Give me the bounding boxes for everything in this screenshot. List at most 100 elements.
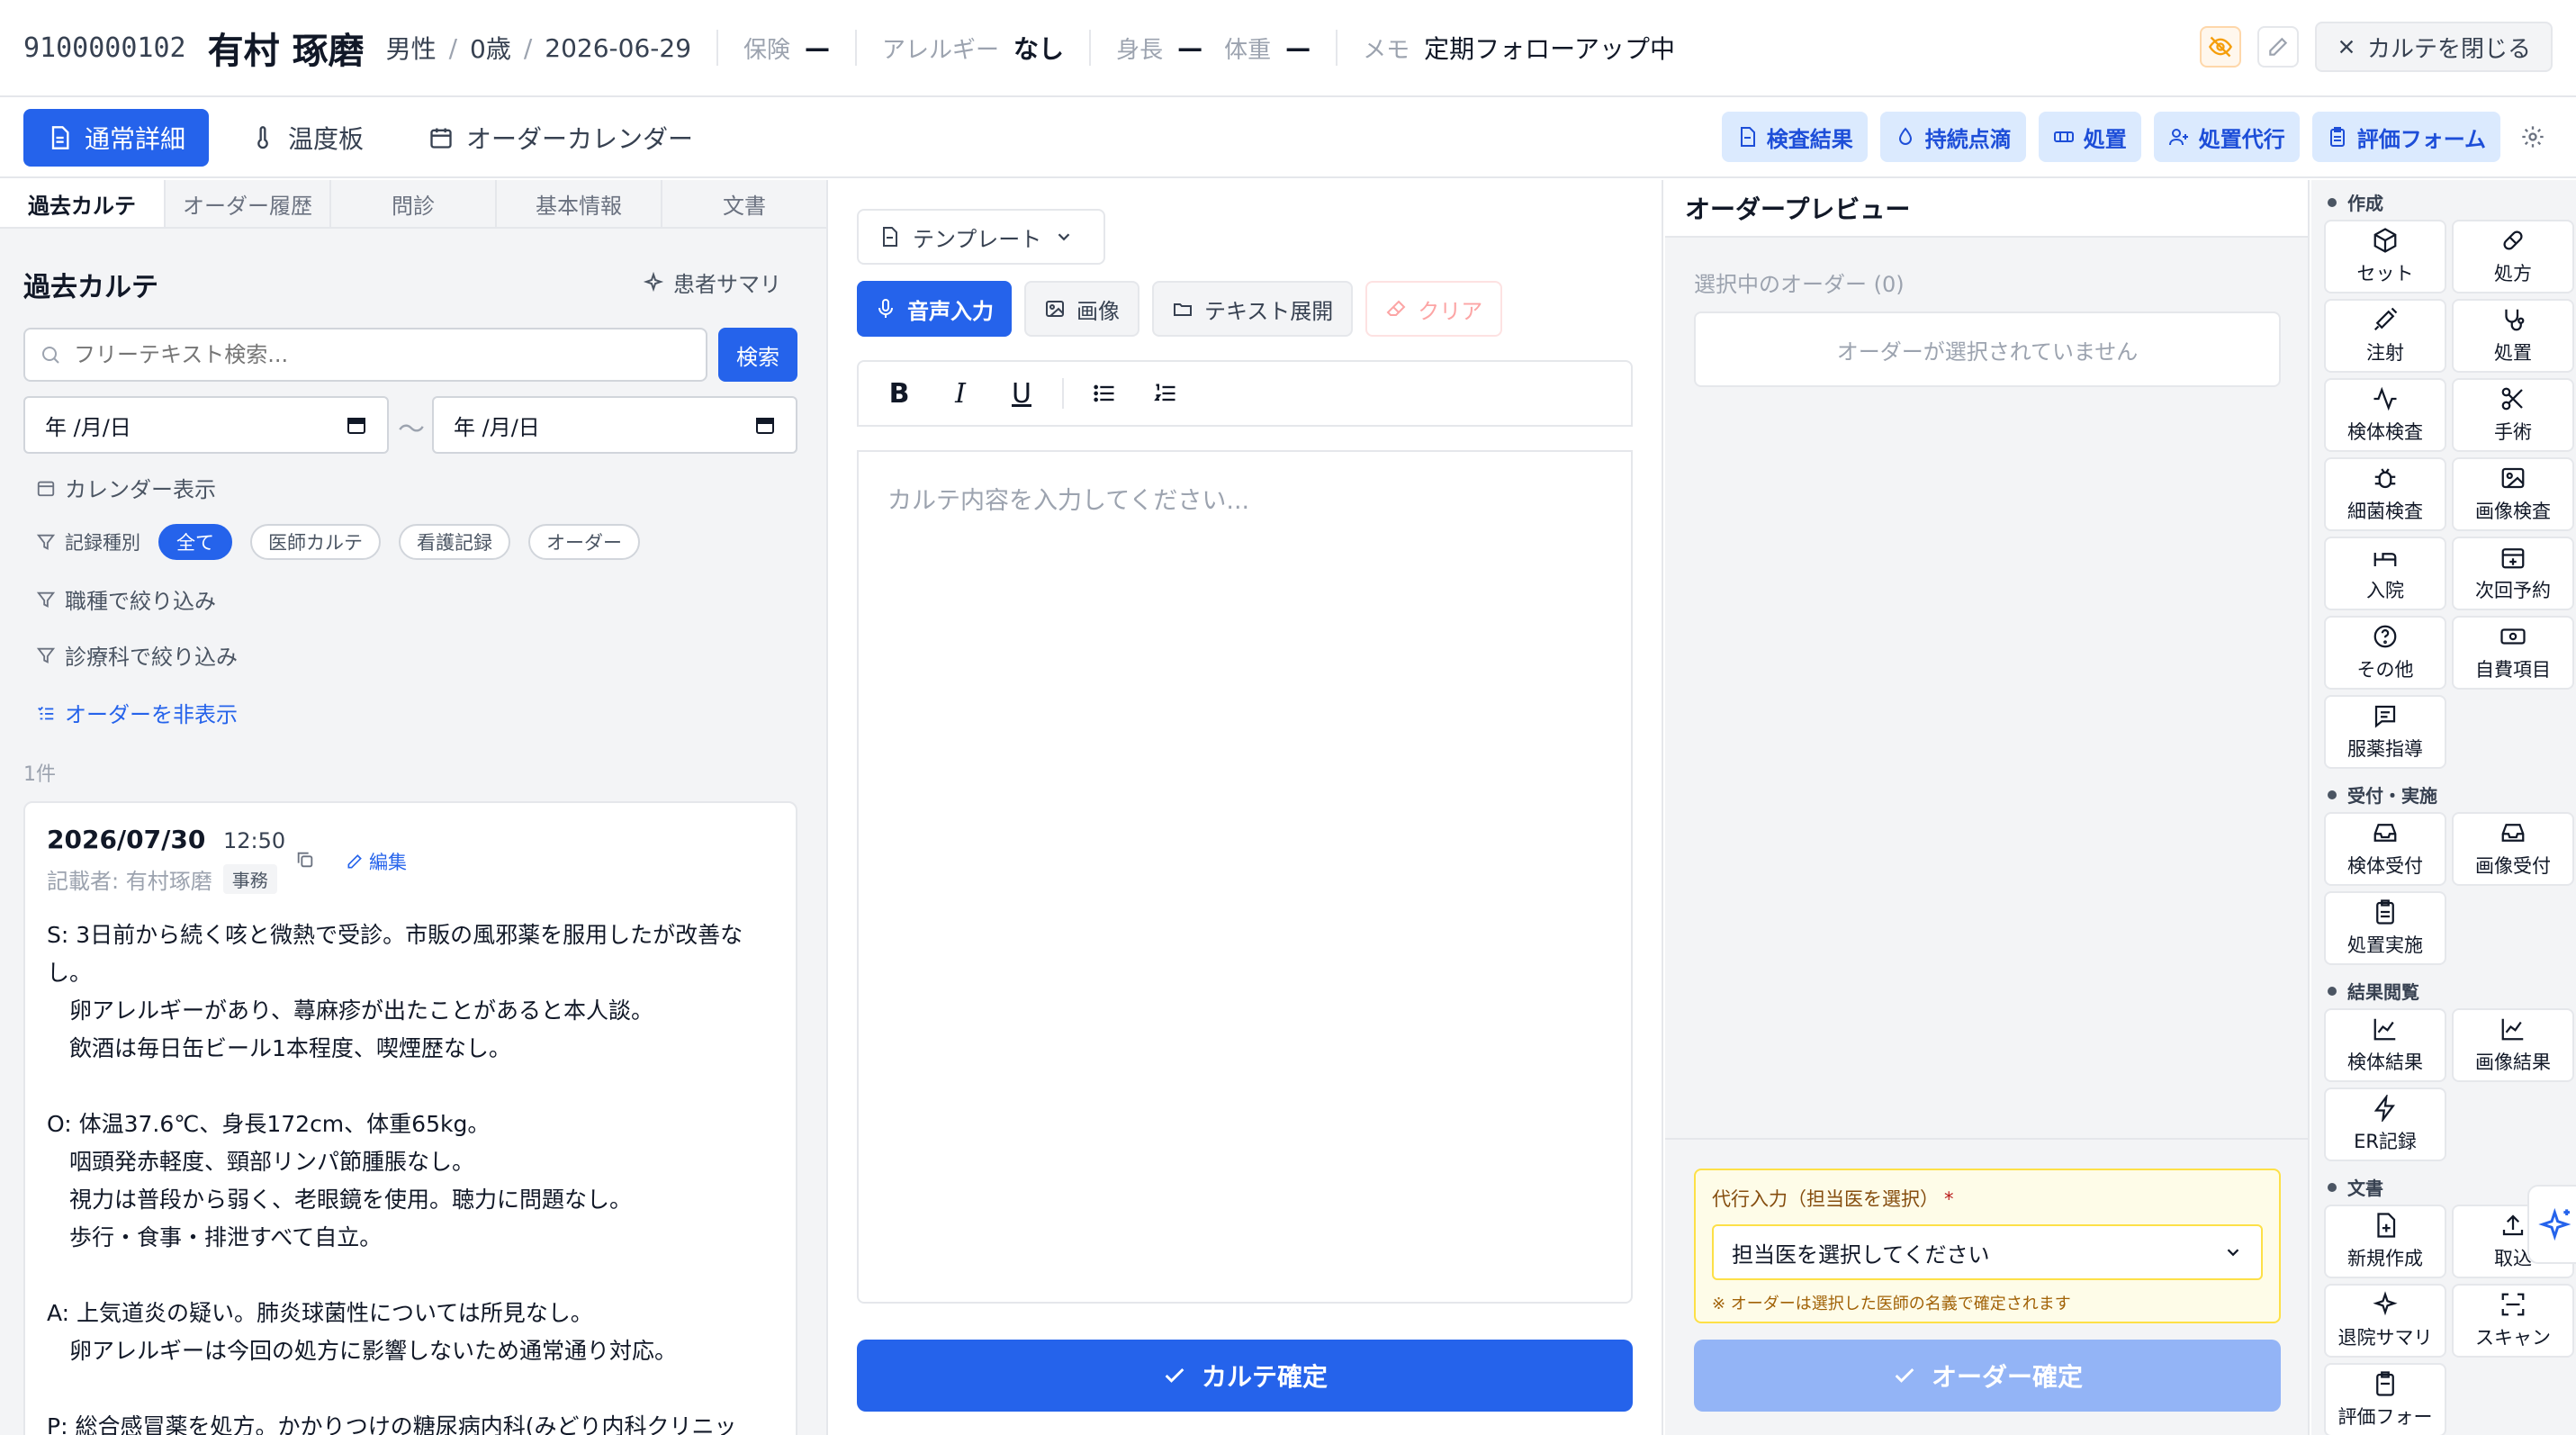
patient-age: 0歳 [470,34,511,64]
clear-button[interactable]: クリア [1365,281,1503,337]
subtab-order-history[interactable]: オーダー履歴 [166,180,331,227]
chip-order[interactable]: オーダー [528,524,640,560]
patient-summary-link[interactable]: 患者サマリ [643,266,781,298]
record-card: 2026/07/30 12:50 編集 記載者: 有村琢磨 事務 S: 3日前か… [23,801,797,1435]
tab-label: 通常詳細 [85,124,186,154]
left-subtabs: 過去カルテ オーダー履歴 問診 基本情報 文書 [0,180,826,229]
allergy-label: アレルギー [882,36,1000,64]
treatment-execution-button[interactable]: 処置実施 [2324,891,2446,965]
scan-icon [2501,1293,2525,1316]
tool-label: 処置代行 [2198,126,2285,152]
bold-button[interactable]: B [875,369,923,418]
new-document-button[interactable]: 新規作成 [2324,1205,2446,1278]
specimen-exam-button[interactable]: 検体検査 [2324,378,2446,452]
tab-order-calendar[interactable]: オーダーカレンダー [405,109,716,167]
self-pay-button[interactable]: 自費項目 [2452,616,2574,690]
free-text-search[interactable] [23,328,707,382]
scissors-icon [2501,387,2523,411]
subtab-basic-info[interactable]: 基本情報 [497,180,662,227]
occupation-filter[interactable]: 職種で絞り込み [36,583,216,615]
tab-normal-detail[interactable]: 通常詳細 [23,109,210,167]
edit-record-button[interactable]: 編集 [346,848,407,875]
italic-button[interactable]: I [936,369,985,418]
date-to-input[interactable]: 年 /月/日 [432,396,797,454]
tab-temperature-chart[interactable]: 温度板 [227,109,387,167]
chip-all[interactable]: 全て [158,524,232,560]
subtab-interview[interactable]: 問診 [331,180,497,227]
numbered-list-button[interactable] [1141,369,1190,418]
confirm-chart-button[interactable]: カルテ確定 [857,1340,1633,1412]
calendar-view-toggle[interactable]: カレンダー表示 [36,472,216,503]
insurance-field: 保険 — [743,32,830,65]
calendar-icon [347,418,365,434]
chip-nursing-record[interactable]: 看護記録 [399,524,510,560]
treatment-proxy-button[interactable]: 処置代行 [2153,112,2300,162]
record-type-label: 記録種別 [65,532,140,554]
close-chart-button[interactable]: カルテを閉じる [2314,22,2553,72]
date-from-input[interactable]: 年 /月/日 [23,396,389,454]
set-button[interactable]: セット [2324,220,2446,293]
next-appointment-button[interactable]: 次回予約 [2452,537,2574,610]
confirm-chart-label: カルテ確定 [1201,1362,1328,1392]
text-expand-button[interactable]: テキスト展開 [1152,281,1354,337]
subtab-documents[interactable]: 文書 [662,180,826,227]
panel-title: 過去カルテ [23,272,158,303]
underline-button[interactable]: U [997,369,1046,418]
ai-assistant-button[interactable] [2527,1185,2576,1264]
height-value: — [1177,32,1203,63]
image-button[interactable]: 画像 [1024,281,1139,337]
injection-button[interactable]: 注射 [2324,299,2446,373]
search-button[interactable]: 検索 [718,328,797,382]
discharge-summary-button[interactable]: 退院サマリ [2324,1284,2446,1358]
chevron-down-icon [2227,1249,2239,1257]
specimen-results-button[interactable]: 検体結果 [2324,1008,2446,1082]
exam-results-button[interactable]: 検査結果 [1721,112,1868,162]
prescription-button[interactable]: 処方 [2452,220,2574,293]
continuous-drip-button[interactable]: 持続点滴 [1879,112,2026,162]
treatment-button[interactable]: 処置 [2038,112,2141,162]
image-icon [2501,467,2525,489]
bacteria-exam-button[interactable]: 細菌検査 [2324,457,2446,531]
settings-button[interactable] [2513,117,2553,157]
medication-guidance-button[interactable]: 服薬指導 [2324,695,2446,769]
tool-bar: 検査結果 持続点滴 処置 処置代行 評価フォーム [1721,112,2553,162]
surgery-button[interactable]: 手術 [2452,378,2574,452]
activity-icon [2373,386,2397,411]
department-filter-label: 診療科で絞り込み [65,645,238,670]
imaging-exam-button[interactable]: 画像検査 [2452,457,2574,531]
calendar-icon [756,418,774,434]
scan-button[interactable]: スキャン [2452,1284,2574,1358]
imaging-results-button[interactable]: 画像結果 [2452,1008,2574,1082]
hide-toggle-button[interactable] [2199,26,2241,68]
attending-doctor-select[interactable]: 担当医を選択してください [1712,1224,2263,1280]
evaluation-form-doc-button[interactable]: 評価フォー [2324,1363,2446,1435]
patient-date: 2026-06-29 [545,32,692,63]
imaging-reception-button[interactable]: 画像受付 [2452,812,2574,886]
confirm-order-button[interactable]: オーダー確定 [1694,1340,2281,1412]
chart-text-editor[interactable]: カルテ内容を入力してください... [857,450,1633,1304]
filter-icon [36,591,56,608]
er-record-button[interactable]: ER記録 [2324,1088,2446,1161]
hide-orders-toggle[interactable]: オーダーを非表示 [36,697,238,728]
voice-input-button[interactable]: 音声入力 [857,281,1012,337]
bolt-icon [2373,1095,2395,1122]
subtab-past-records[interactable]: 過去カルテ [0,180,166,227]
evaluation-form-button[interactable]: 評価フォーム [2311,112,2500,162]
search-input[interactable] [74,342,686,367]
template-dropdown[interactable]: テンプレート [857,209,1105,265]
other-button[interactable]: その他 [2324,616,2446,690]
chart-editor-panel: テンプレート 音声入力 画像 テキスト展開 クリア B I U カルテ内容を入力… [830,180,1663,1435]
separator: / [523,32,533,63]
specimen-reception-button[interactable]: 検体受付 [2324,812,2446,886]
copy-record-button[interactable] [295,850,315,870]
check-icon [1895,1367,1914,1383]
patient-id: 9100000102 [23,32,186,64]
department-filter[interactable]: 診療科で絞り込み [36,639,238,671]
close-icon [2339,40,2354,54]
treatment-order-button[interactable]: 処置 [2452,299,2574,373]
admission-button[interactable]: 入院 [2324,537,2446,610]
weight-value: — [1285,32,1311,63]
chip-doctor-record[interactable]: 医師カルテ [250,524,381,560]
bullet-list-button[interactable] [1080,369,1129,418]
edit-header-button[interactable] [2256,26,2299,68]
